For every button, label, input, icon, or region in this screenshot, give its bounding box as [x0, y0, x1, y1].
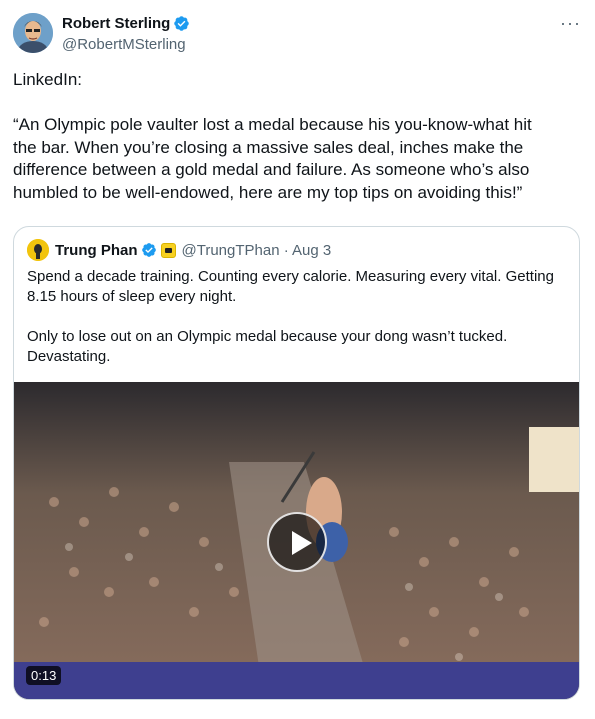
quoted-author-name[interactable]: Trung Phan: [55, 242, 138, 259]
more-icon[interactable]: ···: [560, 13, 581, 34]
quoted-tweet-card[interactable]: Trung Phan @TrungTPhan · Aug 3 Spend a d…: [13, 226, 580, 700]
quoted-line: 8.15 hours of sleep every night.: [27, 288, 237, 305]
video-player[interactable]: 0:13: [14, 382, 579, 699]
quoted-line: Spend a decade training. Counting every …: [27, 268, 554, 285]
quoted-handle-date[interactable]: @TrungTPhan · Aug 3: [182, 242, 332, 259]
verified-badge-icon: [174, 16, 190, 31]
author-handle[interactable]: @RobertMSterling: [62, 36, 186, 53]
affiliate-badge-icon: [160, 242, 176, 258]
quoted-tweet-text: Spend a decade training. Counting every …: [27, 267, 572, 367]
play-icon[interactable]: [267, 512, 327, 572]
tweet-line: difference between a gold medal and fail…: [13, 160, 530, 179]
tweet-line: “An Olympic pole vaulter lost a medal be…: [13, 115, 532, 134]
quoted-line: Devastating.: [27, 348, 111, 365]
verified-badge-icon: [141, 243, 156, 257]
tweet-text: LinkedIn: “An Olympic pole vaulter lost …: [13, 69, 578, 204]
quoted-author-avatar[interactable]: [27, 239, 49, 261]
video-duration: 0:13: [26, 666, 62, 685]
tweet-line: humbled to be well-endowed, here are my …: [13, 182, 523, 202]
quoted-line: Only to lose out on an Olympic medal bec…: [27, 328, 508, 345]
author-avatar[interactable]: [13, 13, 53, 53]
quoted-tweet-header: Trung Phan @TrungTPhan · Aug 3: [27, 239, 331, 261]
tweet-header: Robert Sterling @RobertMSterling ···: [13, 13, 583, 57]
tweet-line: the bar. When you’re closing a massive s…: [13, 137, 524, 157]
author-display-name[interactable]: Robert Sterling: [62, 15, 170, 32]
author-name-row: Robert Sterling: [62, 15, 190, 32]
tweet-line: LinkedIn:: [13, 70, 82, 89]
quoted-paragraph-gap: [27, 307, 572, 327]
tweet-paragraph-gap: [13, 92, 578, 115]
